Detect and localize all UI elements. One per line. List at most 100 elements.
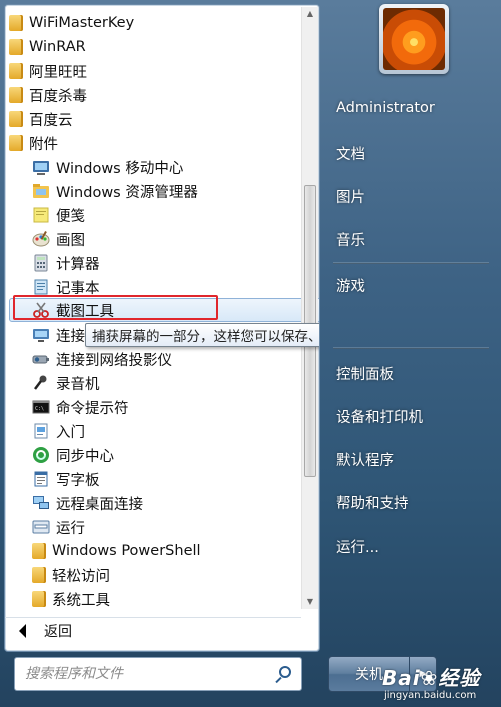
- program-label: 画图: [56, 232, 85, 249]
- remote-desktop-icon: [33, 496, 49, 509]
- program-label: Windows PowerShell: [52, 543, 201, 559]
- program-item[interactable]: 连接到网络投影仪: [5, 347, 319, 371]
- programs-scrollbar[interactable]: ▲ ▼: [301, 7, 318, 609]
- program-label: 附件: [29, 136, 58, 153]
- scroll-down-icon[interactable]: ▼: [302, 595, 318, 609]
- wordpad-icon: [34, 471, 48, 487]
- program-item[interactable]: 同步中心: [5, 443, 319, 467]
- program-label: 计算器: [56, 256, 100, 273]
- back-button[interactable]: 返回: [5, 617, 301, 644]
- divider: [333, 347, 489, 349]
- program-label: 连接: [56, 328, 85, 345]
- program-item[interactable]: 运行: [5, 515, 319, 539]
- program-item[interactable]: 系统工具: [5, 587, 319, 611]
- program-label: 系统工具: [52, 592, 110, 609]
- program-label: WiFiMasterKey: [29, 15, 135, 31]
- help-support-link[interactable]: 帮助和支持: [336, 492, 409, 513]
- folder-icon: [32, 543, 46, 559]
- shutdown-options-icon[interactable]: ▶: [409, 656, 437, 692]
- program-label: 录音机: [56, 376, 100, 393]
- program-label: Windows 移动中心: [56, 160, 184, 177]
- shutdown-button[interactable]: 关机: [328, 656, 410, 692]
- program-item[interactable]: 计算器: [5, 251, 319, 275]
- program-item[interactable]: 百度杀毒: [5, 83, 305, 107]
- program-item[interactable]: 便笺: [5, 203, 319, 227]
- cmd-icon: C:\: [32, 400, 50, 414]
- program-label: 运行: [56, 520, 85, 537]
- program-item[interactable]: Windows 资源管理器: [5, 179, 319, 203]
- paint-icon: [32, 231, 50, 247]
- divider: [333, 262, 489, 264]
- program-item[interactable]: 远程桌面连接: [5, 491, 319, 515]
- program-item[interactable]: 附件: [5, 131, 305, 155]
- getting-started-icon: [34, 423, 48, 439]
- program-label: 便笺: [56, 208, 85, 225]
- projector-icon: [33, 329, 49, 342]
- music-link[interactable]: 音乐: [336, 229, 365, 250]
- folder-icon: [9, 39, 23, 55]
- explorer-icon: [33, 184, 49, 198]
- programs-pane: WiFiMasterKey WinRAR 阿里旺旺 百度杀毒 百度云 附件 Wi…: [4, 4, 320, 652]
- program-label: 阿里旺旺: [29, 64, 87, 81]
- svg-text:C:\: C:\: [35, 406, 44, 412]
- program-item[interactable]: 写字板: [5, 467, 319, 491]
- program-item[interactable]: 百度云: [5, 107, 305, 131]
- start-menu: WiFiMasterKey WinRAR 阿里旺旺 百度杀毒 百度云 附件 Wi…: [0, 0, 501, 707]
- program-item[interactable]: 轻松访问: [5, 563, 319, 587]
- back-arrow-icon: [19, 624, 26, 638]
- program-item[interactable]: Windows PowerShell: [5, 539, 319, 563]
- sync-center-icon: [33, 447, 49, 463]
- sticky-notes-icon: [33, 207, 49, 223]
- program-item[interactable]: Windows 移动中心: [5, 155, 319, 179]
- program-item[interactable]: C:\ 命令提示符: [5, 395, 319, 419]
- run-icon: [32, 520, 50, 534]
- pictures-link[interactable]: 图片: [336, 186, 365, 207]
- scroll-up-icon[interactable]: ▲: [302, 7, 318, 21]
- search-icon[interactable]: [279, 666, 291, 678]
- program-label: 百度云: [29, 112, 73, 129]
- network-projector-icon: [32, 355, 49, 364]
- control-panel-link[interactable]: 控制面板: [336, 363, 394, 384]
- highlight-box: [13, 295, 218, 320]
- avatar[interactable]: [379, 4, 449, 74]
- program-label: 连接到网络投影仪: [56, 352, 172, 369]
- search-box[interactable]: [14, 657, 302, 691]
- folder-icon: [32, 591, 46, 607]
- program-label: WinRAR: [29, 39, 86, 55]
- back-label: 返回: [44, 624, 72, 640]
- search-input[interactable]: [23, 665, 277, 683]
- folder-icon: [32, 567, 46, 583]
- folder-icon: [9, 111, 23, 127]
- program-label: 远程桌面连接: [56, 496, 143, 513]
- program-item[interactable]: WinRAR: [5, 35, 305, 59]
- program-label: 命令提示符: [56, 400, 129, 417]
- program-label: 轻松访问: [52, 568, 110, 585]
- folder-icon: [9, 15, 23, 31]
- microphone-icon: [34, 375, 47, 390]
- games-link[interactable]: 游戏: [336, 275, 365, 296]
- folder-icon: [9, 87, 23, 103]
- program-item[interactable]: 录音机: [5, 371, 319, 395]
- folder-icon: [9, 63, 23, 79]
- program-label: Windows 资源管理器: [56, 184, 198, 201]
- program-item[interactable]: WiFiMasterKey: [5, 11, 305, 35]
- program-item[interactable]: 阿里旺旺: [5, 59, 305, 83]
- program-label: 百度杀毒: [29, 88, 87, 105]
- folder-icon: [9, 135, 23, 151]
- devices-printers-link[interactable]: 设备和打印机: [336, 406, 423, 427]
- tooltip: 捕获屏幕的一部分，这样您可以保存、批注或共享图像。: [85, 323, 319, 347]
- user-picture: [383, 8, 445, 70]
- program-item[interactable]: 画图: [5, 227, 319, 251]
- program-label: 写字板: [56, 472, 100, 489]
- mobility-center-icon: [33, 161, 49, 175]
- default-programs-link[interactable]: 默认程序: [336, 449, 394, 470]
- program-label: 入门: [56, 424, 85, 441]
- notepad-icon: [34, 279, 48, 295]
- documents-link[interactable]: 文档: [336, 143, 365, 164]
- user-name-link[interactable]: Administrator: [336, 100, 435, 116]
- program-item[interactable]: 入门: [5, 419, 319, 443]
- calculator-icon: [34, 254, 48, 272]
- shutdown-label: 关机: [355, 667, 383, 683]
- run-link[interactable]: 运行...: [336, 536, 379, 557]
- program-label: 同步中心: [56, 448, 114, 465]
